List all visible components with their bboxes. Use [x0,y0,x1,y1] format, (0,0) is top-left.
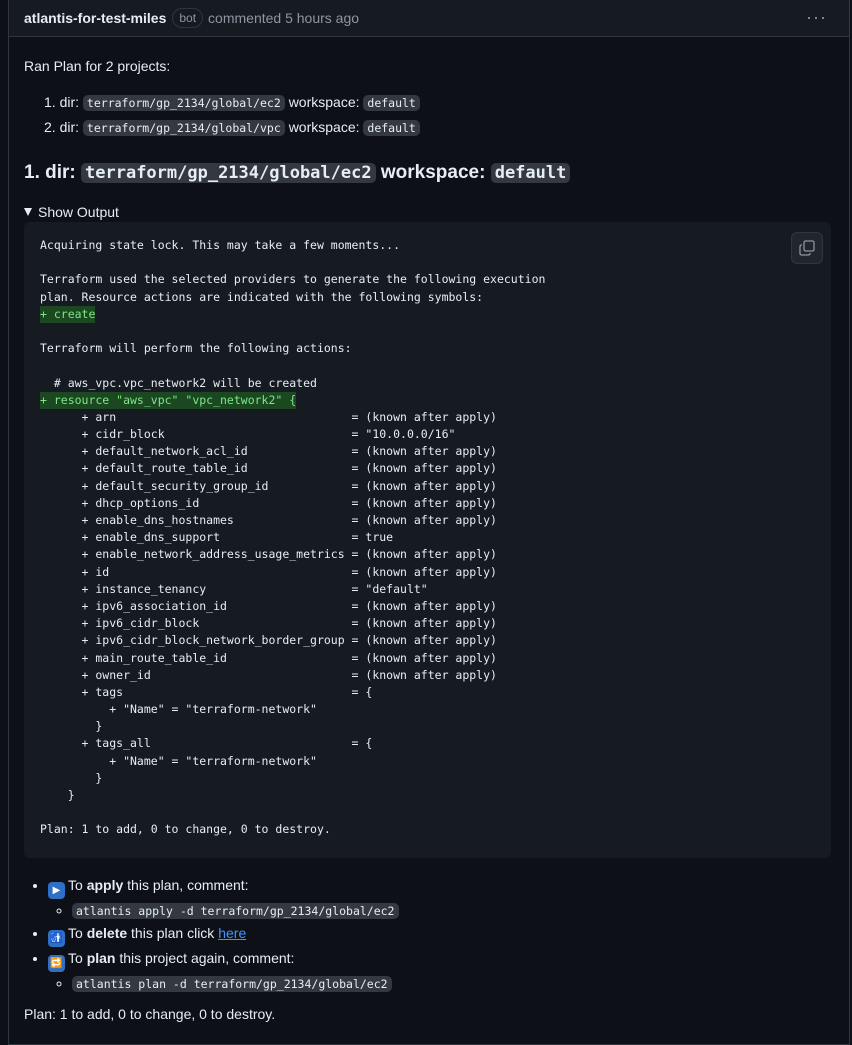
list-item-apply: ▶To apply this plan, comment: atlantis a… [48,874,399,922]
copy-button[interactable] [791,232,823,264]
delete-here-link[interactable]: here [218,925,246,941]
bot-badge: bot [172,8,204,28]
comment-author[interactable]: atlantis-for-test-miles [24,10,166,26]
output-line: + resource "aws_vpc" "vpc_network2" { [40,391,545,409]
dir-code: terraform/gp_2134/global/vpc [82,120,285,136]
output-line: } [40,770,103,785]
output-line: + enable_network_address_usage_metrics =… [40,547,497,562]
output-line: + enable_dns_support = true [40,530,394,545]
output-line: + cidr_block = "10.0.0.0/16" [40,427,456,442]
dir-code: terraform/gp_2134/global/ec2 [82,95,285,111]
output-line: + ipv6_cidr_block_network_border_group =… [40,633,497,648]
list-item: 2. dir: terraform/gp_2134/global/vpc wor… [44,117,420,142]
show-output-label: Show Output [38,204,119,220]
terraform-output: Acquiring state lock. This may take a fe… [40,237,545,839]
output-line: + default_network_acl_id = (known after … [40,444,497,459]
triangle-down-icon [24,208,32,216]
output-line: + ipv6_cidr_block = (known after apply) [40,616,497,631]
show-output-toggle[interactable]: Show Output [24,204,119,220]
output-line: + tags_all = { [40,736,373,751]
output-line: Terraform will perform the following act… [40,341,352,356]
output-line: + default_security_group_id = (known aft… [40,478,497,493]
kebab-horizontal-icon[interactable]: ··· [806,8,827,26]
output-line: + default_route_table_id = (known after … [40,461,497,476]
comment-timestamp[interactable]: commented 5 hours ago [208,10,359,26]
heading-workspace-code: default [490,163,571,183]
plan-command: atlantis plan -d terraform/gp_2134/globa… [72,976,392,992]
action-list: ▶To apply this plan, comment: atlantis a… [24,874,399,995]
output-line: + instance_tenancy = "default" [40,581,428,596]
apply-command: atlantis apply -d terraform/gp_2134/glob… [72,903,399,919]
output-line: + dhcp_options_id = (known after apply) [40,495,497,510]
output-line: Acquiring state lock. This may take a fe… [40,238,401,252]
output-line: + ipv6_association_id = (known after app… [40,598,497,613]
output-line: } [40,788,75,802]
output-line: + tags = { [40,684,373,699]
project-heading: 1. dir: terraform/gp_2134/global/ec2 wor… [24,161,571,185]
list-item: atlantis apply -d terraform/gp_2134/glob… [72,899,399,922]
output-line: + main_route_table_id = (known after app… [40,650,497,665]
list-item-delete: 🚮To delete this plan click here [48,922,399,947]
output-line: Terraform used the selected providers to… [40,272,546,287]
output-line: # aws_vpc.vpc_network2 will be created [40,375,317,390]
project-list: 1. dir: terraform/gp_2134/global/ec2 wor… [24,92,420,142]
play-button-icon: ▶ [48,882,65,899]
output-line: Plan: 1 to add, 0 to change, 0 to destro… [40,822,331,837]
plan-summary: Plan: 1 to add, 0 to change, 0 to destro… [24,1006,276,1022]
list-item: atlantis plan -d terraform/gp_2134/globa… [72,972,399,995]
output-line: + enable_dns_hostnames = (known after ap… [40,513,497,527]
comment-header: atlantis-for-test-miles bot commented 5 … [9,0,849,37]
workspace-code: default [363,120,420,136]
output-line: + create [40,305,545,323]
output-line: + arn = (known after apply) [40,409,497,424]
output-line: + "Name" = "terraform-network" [40,753,317,768]
list-item: 1. dir: terraform/gp_2134/global/ec2 wor… [44,92,420,117]
output-line: + owner_id = (known after apply) [40,667,497,682]
output-code-block: Acquiring state lock. This may take a fe… [24,222,831,858]
workspace-code: default [363,95,420,111]
repeat-arrows-icon: 🔁 [48,955,65,972]
copy-icon [799,240,815,256]
output-line: } [40,719,103,734]
output-line: plan. Resource actions are indicated wit… [40,289,484,304]
output-line: + id = (known after apply) [40,564,497,579]
comment-card: atlantis-for-test-miles bot commented 5 … [8,0,850,1045]
list-item-plan: 🔁To plan this project again, comment: at… [48,947,399,995]
intro-text: Ran Plan for 2 projects: [24,58,171,74]
heading-dir-code: terraform/gp_2134/global/ec2 [81,163,376,183]
put-litter-icon: 🚮 [48,930,65,947]
output-line: + "Name" = "terraform-network" [40,702,317,717]
